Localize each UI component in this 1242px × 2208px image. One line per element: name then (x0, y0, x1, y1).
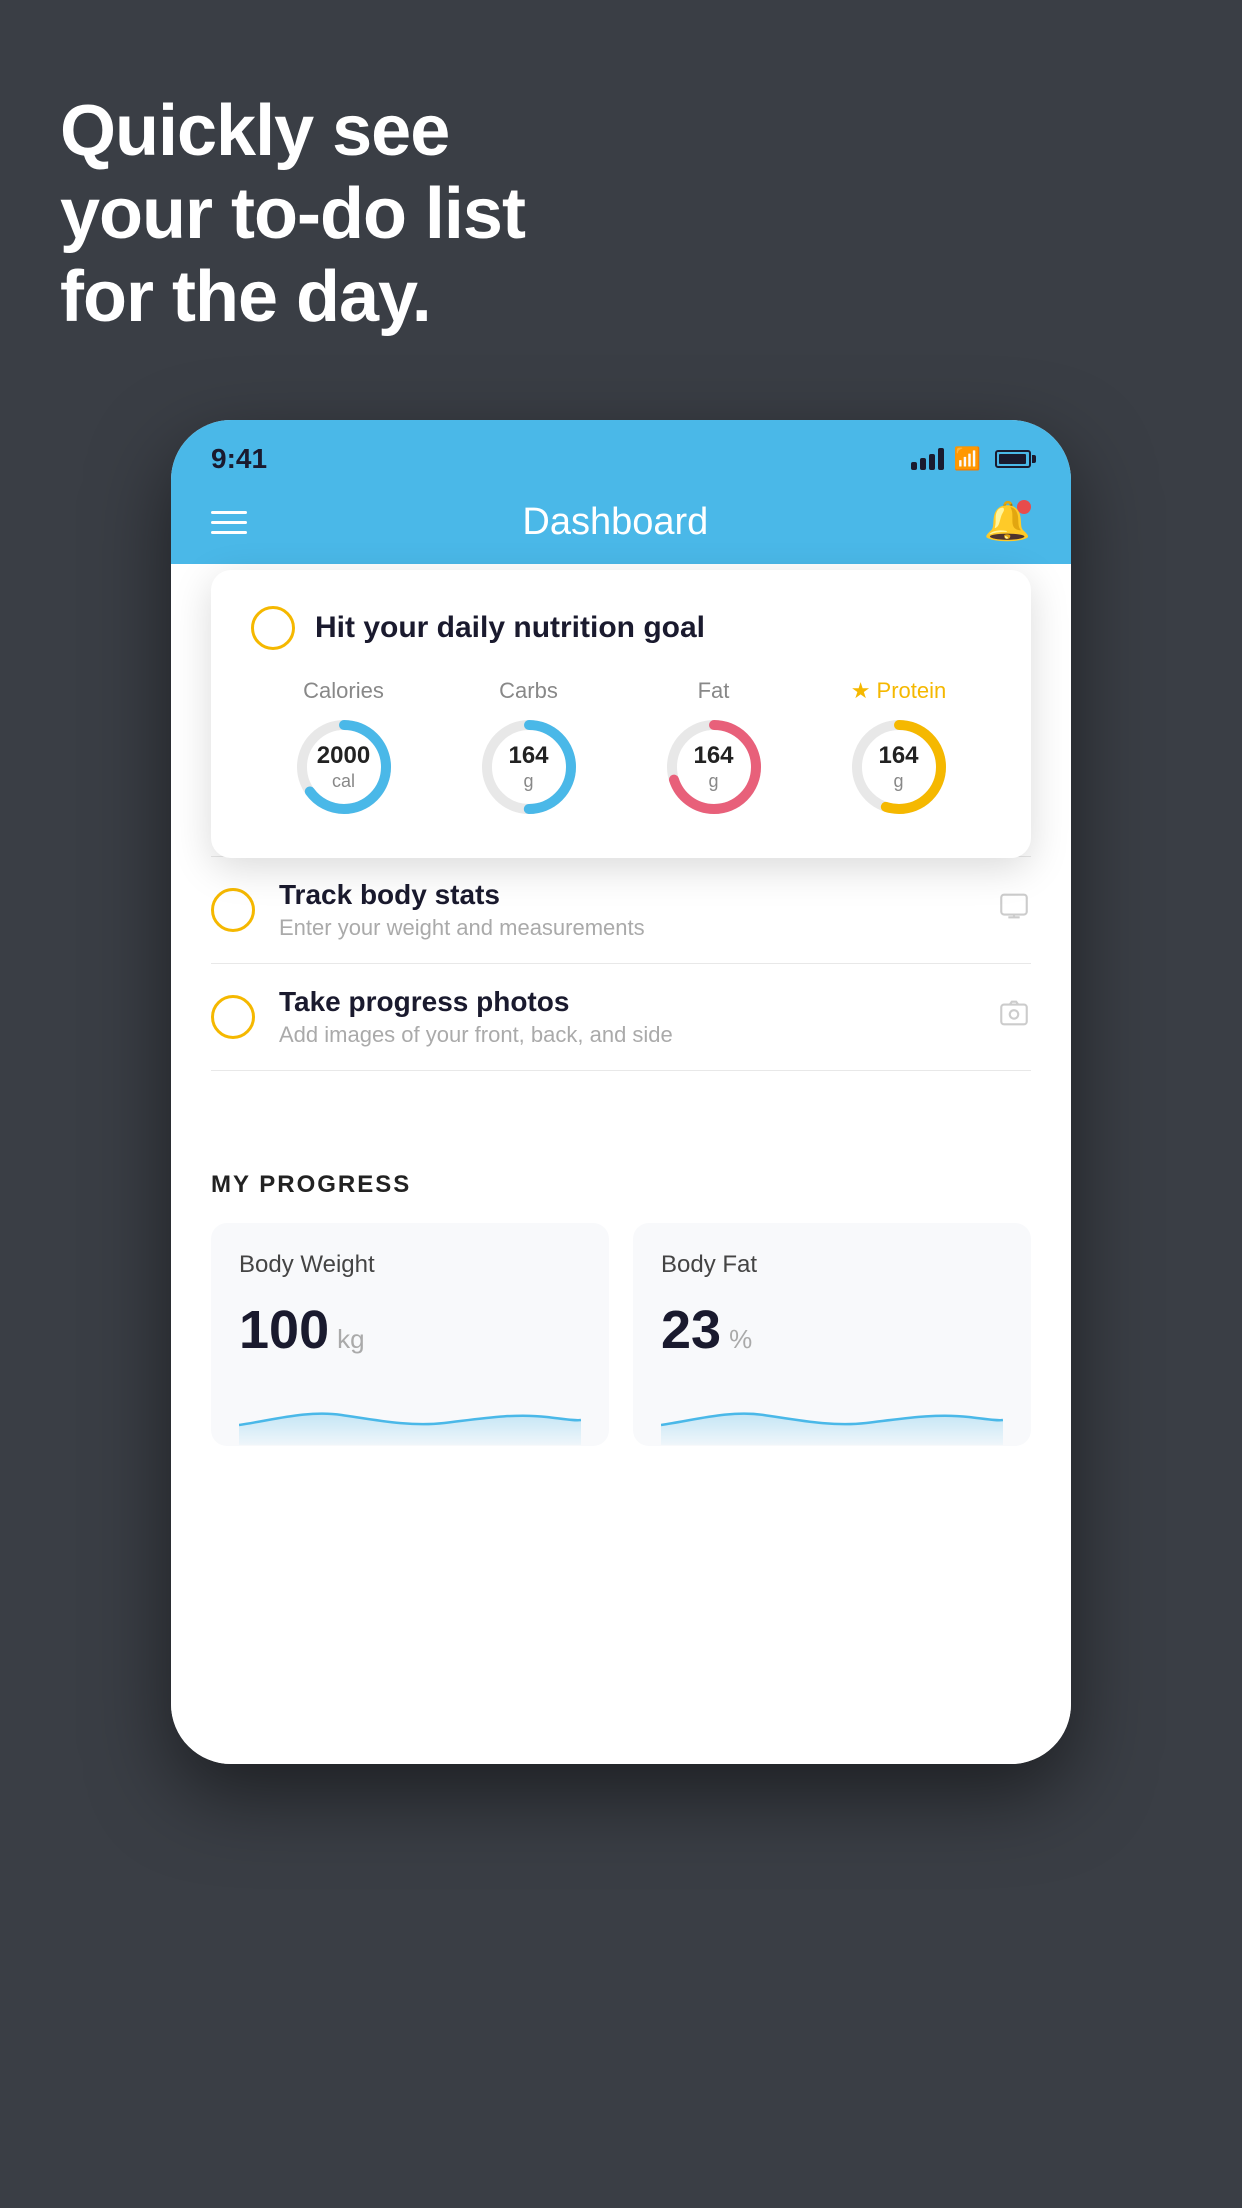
hero-line2: your to-do list (60, 173, 525, 256)
nutrition-item-protein: ★ Protein 164 g (844, 678, 954, 822)
status-icons: 📶 (911, 446, 1031, 472)
progress-card-title: Body Weight (239, 1251, 581, 1279)
nutrition-label-fat: Fat (698, 678, 730, 704)
donut-value: 2000 (317, 742, 370, 771)
hero-line3: for the day. (60, 256, 525, 339)
progress-big-num: 23 (661, 1299, 721, 1361)
nutrition-item-fat: Fat 164 g (659, 678, 769, 822)
status-time: 9:41 (211, 443, 267, 475)
nutrition-item-carbs: Carbs 164 g (474, 678, 584, 822)
nav-bar: Dashboard 🔔 (171, 490, 1071, 564)
progress-card-value: 100 kg (239, 1299, 581, 1361)
todo-text-body-stats: Track body stats Enter your weight and m… (279, 879, 977, 941)
signal-icon (911, 448, 944, 470)
content-inner: Hit your daily nutrition goal Calories 2… (171, 630, 1071, 1476)
progress-unit: % (729, 1324, 752, 1355)
todo-sub-body-stats: Enter your weight and measurements (279, 915, 977, 941)
nutrition-card-title: Hit your daily nutrition goal (315, 611, 705, 645)
progress-card-body-weight[interactable]: Body Weight 100 kg (211, 1223, 609, 1446)
todo-icon-progress-photos (997, 996, 1031, 1039)
progress-card-title: Body Fat (661, 1251, 1003, 1279)
donut-value: 164 (693, 742, 733, 771)
donut-unit: cal (332, 771, 355, 791)
card-title-row: Hit your daily nutrition goal (251, 606, 991, 650)
wifi-icon: 📶 (954, 446, 981, 472)
wave-chart (239, 1385, 581, 1445)
nutrition-card: Hit your daily nutrition goal Calories 2… (211, 570, 1031, 858)
todo-checkbox-progress-photos[interactable] (211, 995, 255, 1039)
star-icon: ★ Protein (851, 678, 947, 704)
donut-center: 164 g (693, 742, 733, 792)
nutrition-item-calories: Calories 2000 cal (289, 678, 399, 822)
progress-cards: Body Weight 100 kg Body Fat 23 % (211, 1223, 1031, 1446)
hero-text: Quickly see your to-do list for the day. (60, 90, 525, 338)
nav-title: Dashboard (522, 501, 708, 544)
donut-fat: 164 g (659, 712, 769, 822)
donut-value: 164 (878, 742, 918, 771)
todo-main-body-stats: Track body stats (279, 879, 977, 911)
nutrition-row: Calories 2000 cal Carbs 164 g Fat 164 g … (251, 678, 991, 822)
donut-unit: g (523, 771, 533, 791)
progress-card-value: 23 % (661, 1299, 1003, 1361)
todo-text-progress-photos: Take progress photos Add images of your … (279, 986, 977, 1048)
wave-chart (661, 1385, 1003, 1445)
notifications-button[interactable]: 🔔 (984, 500, 1031, 544)
progress-card-body-fat[interactable]: Body Fat 23 % (633, 1223, 1031, 1446)
progress-unit: kg (337, 1324, 364, 1355)
phone-mockup: 9:41 📶 Dashboard 🔔 (171, 420, 1071, 1764)
donut-unit: g (893, 771, 903, 791)
donut-unit: g (708, 771, 718, 791)
progress-section: MY PROGRESS Body Weight 100 kg Body Fat … (171, 1131, 1071, 1476)
todo-icon-body-stats (997, 889, 1031, 932)
donut-carbs: 164 g (474, 712, 584, 822)
nutrition-checkbox[interactable] (251, 606, 295, 650)
progress-title: MY PROGRESS (211, 1171, 1031, 1199)
todo-main-progress-photos: Take progress photos (279, 986, 977, 1018)
donut-protein: 164 g (844, 712, 954, 822)
nutrition-label-calories: Calories (303, 678, 384, 704)
donut-center: 164 g (508, 742, 548, 792)
menu-button[interactable] (211, 511, 247, 534)
nutrition-label-protein: ★ Protein (851, 678, 947, 704)
nutrition-label-carbs: Carbs (499, 678, 558, 704)
content-area: THINGS TO DO TODAY Hit your daily nutrit… (171, 564, 1071, 1764)
donut-value: 164 (508, 742, 548, 771)
status-bar: 9:41 📶 (171, 420, 1071, 490)
hero-line1: Quickly see (60, 90, 525, 173)
todo-item-progress-photos[interactable]: Take progress photos Add images of your … (211, 964, 1031, 1071)
donut-center: 2000 cal (317, 742, 370, 792)
battery-icon (995, 450, 1031, 468)
todo-item-body-stats[interactable]: Track body stats Enter your weight and m… (211, 857, 1031, 964)
todo-checkbox-body-stats[interactable] (211, 888, 255, 932)
phone-screen: 9:41 📶 Dashboard 🔔 (171, 420, 1071, 1764)
progress-big-num: 100 (239, 1299, 329, 1361)
todo-sub-progress-photos: Add images of your front, back, and side (279, 1022, 977, 1048)
donut-calories: 2000 cal (289, 712, 399, 822)
donut-center: 164 g (878, 742, 918, 792)
notification-badge (1017, 500, 1031, 514)
